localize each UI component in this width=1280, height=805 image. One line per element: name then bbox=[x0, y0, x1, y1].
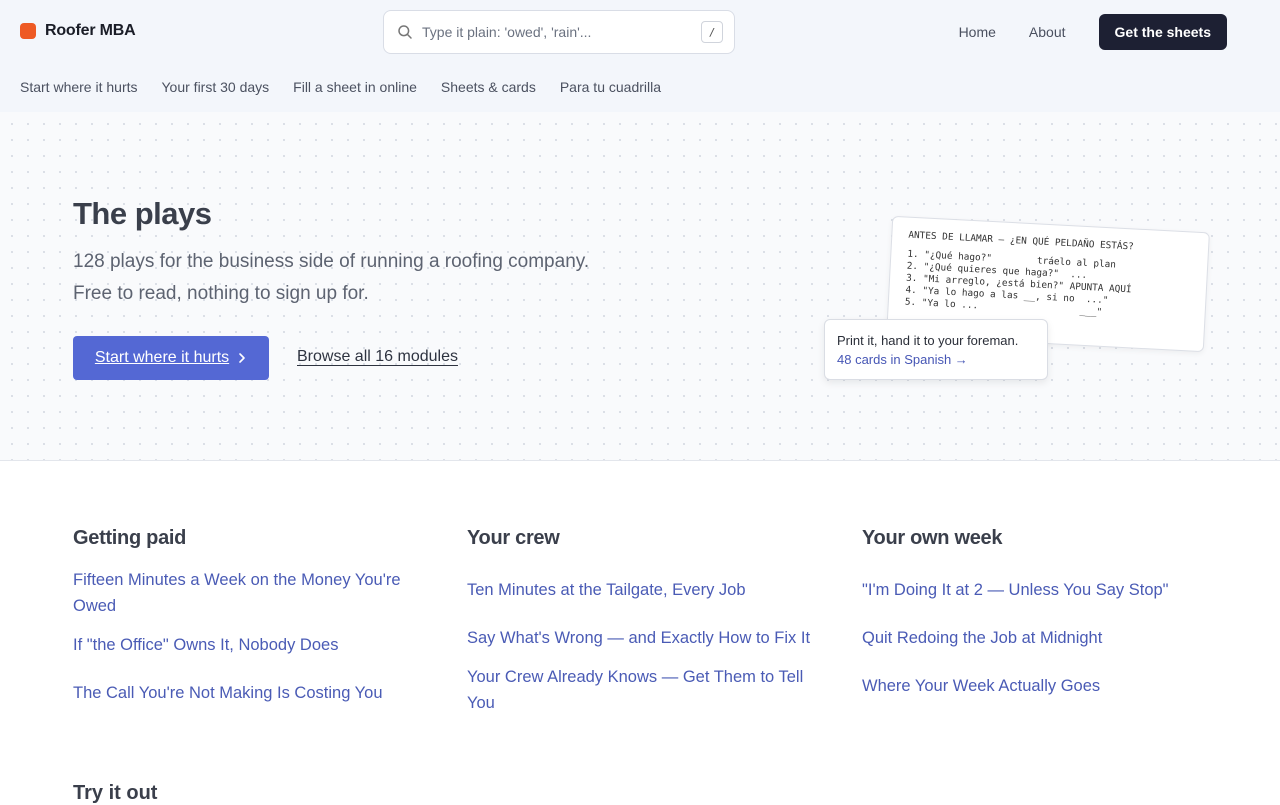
start-where-it-hurts-button[interactable]: Start where it hurts bbox=[73, 336, 269, 380]
play-link[interactable]: The Call You're Not Making Is Costing Yo… bbox=[73, 680, 418, 706]
section-title: Your own week bbox=[862, 527, 1003, 549]
subnav-item-fill-sheet[interactable]: Fill a sheet in online bbox=[293, 79, 417, 95]
try-it-out-heading: Try it out bbox=[73, 782, 158, 804]
section-your-own-week: Your own week "I'm Doing It at 2 — Unles… bbox=[862, 527, 1207, 699]
search-box[interactable]: / bbox=[383, 10, 735, 54]
search-shortcut-key: / bbox=[701, 21, 723, 43]
foreman-note: Print it, hand it to your foreman. 48 ca… bbox=[824, 319, 1048, 380]
subnav-item-start[interactable]: Start where it hurts bbox=[20, 79, 138, 95]
note-text: Print it, hand it to your foreman. bbox=[837, 333, 1019, 348]
page-title: The plays bbox=[73, 196, 212, 231]
logo-icon bbox=[20, 23, 36, 39]
nav-about-link[interactable]: About bbox=[1029, 24, 1066, 40]
section-title: Getting paid bbox=[73, 527, 187, 549]
browse-modules-link[interactable]: Browse all 16 modules bbox=[297, 348, 458, 366]
section-getting-paid: Getting paid Fifteen Minutes a Week on t… bbox=[73, 527, 418, 706]
top-nav: Home About Get the sheets bbox=[959, 14, 1260, 50]
brand[interactable]: Roofer MBA bbox=[20, 22, 136, 40]
brand-name: Roofer MBA bbox=[45, 22, 136, 39]
subnav-item-first-30-days[interactable]: Your first 30 days bbox=[162, 79, 270, 95]
get-sheets-button[interactable]: Get the sheets bbox=[1098, 14, 1227, 50]
play-link[interactable]: Say What's Wrong — and Exactly How to Fi… bbox=[467, 625, 812, 651]
play-link[interactable]: Where Your Week Actually Goes bbox=[862, 673, 1207, 699]
start-button-label: Start where it hurts bbox=[94, 349, 230, 366]
nav-home-link[interactable]: Home bbox=[959, 24, 996, 40]
chevron-right-icon bbox=[239, 353, 245, 363]
hero-subtitle: 128 plays for the business side of runni… bbox=[73, 251, 590, 304]
sub-nav: Start where it hurts Your first 30 days … bbox=[20, 79, 661, 95]
top-bar: Roofer MBA / Home About Get the sheets S… bbox=[0, 0, 1280, 112]
play-link[interactable]: If "the Office" Owns It, Nobody Does bbox=[73, 632, 418, 658]
subnav-item-sheets-cards[interactable]: Sheets & cards bbox=[441, 79, 536, 95]
play-link[interactable]: "I'm Doing It at 2 — Unless You Say Stop… bbox=[862, 577, 1207, 603]
section-title: Your crew bbox=[467, 527, 560, 549]
play-link[interactable]: Quit Redoing the Job at Midnight bbox=[862, 625, 1207, 651]
search-icon bbox=[397, 24, 413, 40]
subnav-item-cuadrilla[interactable]: Para tu cuadrilla bbox=[560, 79, 661, 95]
section-your-crew: Your crew Ten Minutes at the Tailgate, E… bbox=[467, 527, 812, 716]
play-link[interactable]: Ten Minutes at the Tailgate, Every Job bbox=[467, 577, 812, 603]
play-link[interactable]: Fifteen Minutes a Week on the Money You'… bbox=[73, 567, 418, 619]
search-input[interactable] bbox=[422, 24, 692, 40]
play-link[interactable]: Your Crew Already Knows — Get Them to Te… bbox=[467, 664, 812, 716]
spanish-cards-link[interactable]: 48 cards in Spanish → bbox=[837, 352, 1035, 367]
